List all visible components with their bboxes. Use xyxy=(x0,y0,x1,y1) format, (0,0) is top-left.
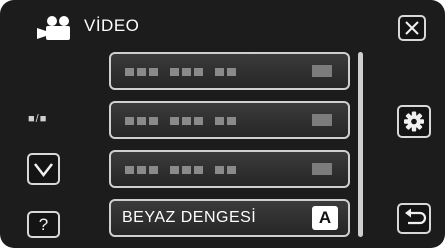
menu-item-2[interactable] xyxy=(109,101,350,139)
help-label: ? xyxy=(38,214,49,234)
menu-title: VİDEO xyxy=(84,16,140,35)
back-button[interactable] xyxy=(397,203,431,234)
menu-item-3[interactable] xyxy=(109,150,350,188)
menu-item-value-obscured xyxy=(312,163,332,175)
menu-item-value-obscured xyxy=(312,65,332,77)
return-arrow-icon xyxy=(405,208,427,225)
scroll-down-button[interactable] xyxy=(27,153,60,185)
close-button[interactable] xyxy=(398,15,426,41)
chevron-down-icon xyxy=(34,163,53,178)
menu-item-label-obscured xyxy=(125,166,236,174)
white-balance-auto-badge: A xyxy=(312,206,338,230)
menu-item-label-obscured xyxy=(125,117,236,125)
settings-button[interactable] xyxy=(397,105,431,138)
menu-screen: VİDEO ■/■ ? BEYAZ DENGESİ A xyxy=(0,0,445,248)
menu-item-1[interactable] xyxy=(109,52,350,90)
help-button[interactable]: ? xyxy=(27,211,60,238)
page-indicator: ■/■ xyxy=(28,113,48,125)
gear-icon xyxy=(404,111,424,132)
video-camera-icon xyxy=(37,16,70,40)
menu-item-label-obscured xyxy=(125,68,236,76)
menu-item-white-balance[interactable]: BEYAZ DENGESİ A xyxy=(109,199,350,237)
menu-item-label: BEYAZ DENGESİ xyxy=(122,209,257,226)
menu-item-value-obscured xyxy=(312,114,332,126)
scrollbar[interactable] xyxy=(358,52,363,237)
close-icon xyxy=(405,21,419,35)
